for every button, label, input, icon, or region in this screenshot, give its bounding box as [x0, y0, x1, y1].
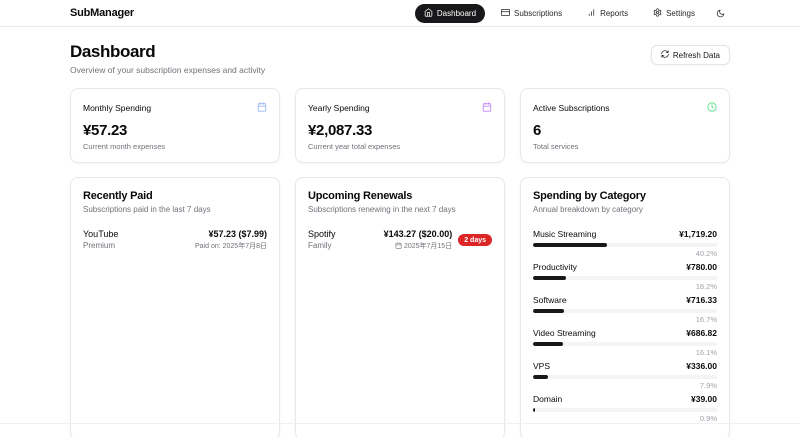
home-icon	[424, 8, 433, 19]
page-title: Dashboard	[70, 42, 265, 62]
category-progress-track	[533, 276, 717, 280]
stat-label: Active Subscriptions	[533, 103, 610, 113]
category-progress-track	[533, 309, 717, 313]
refresh-icon	[661, 50, 669, 60]
subscription-name: Spotify	[308, 229, 336, 239]
nav-item-reports[interactable]: Reports	[578, 4, 637, 23]
calendar-icon	[257, 99, 267, 117]
card-title: Spending by Category	[533, 190, 717, 202]
category-name: Music Streaming	[533, 229, 596, 239]
category-percent: 18.2%	[533, 282, 717, 291]
category-progress-fill	[533, 309, 564, 313]
paid-amount: ¥57.23 ($7.99)	[195, 229, 267, 239]
top-navbar: SubManager Dashboard Subscriptions Repor…	[0, 0, 800, 27]
category-amount: ¥716.33	[686, 295, 717, 305]
category-progress-fill	[533, 375, 548, 379]
category-amount: ¥780.00	[686, 262, 717, 272]
category-item: Domain ¥39.00 0.9%	[533, 394, 717, 423]
nav-item-label: Reports	[600, 9, 628, 18]
category-progress-track	[533, 342, 717, 346]
category-amount: ¥39.00	[691, 394, 717, 404]
category-percent: 16.7%	[533, 315, 717, 324]
stat-description: Current month expenses	[83, 142, 267, 151]
moon-icon	[716, 6, 725, 21]
paid-date: Paid on: 2025年7月8日	[195, 241, 267, 251]
card-subtitle: Subscriptions paid in the last 7 days	[83, 205, 267, 214]
category-progress-track	[533, 375, 717, 379]
calendar-icon	[482, 99, 492, 117]
category-name: Software	[533, 295, 567, 305]
footer-divider	[0, 423, 800, 424]
category-amount: ¥686.82	[686, 328, 717, 338]
stat-label: Yearly Spending	[308, 103, 370, 113]
nav-item-label: Dashboard	[437, 9, 476, 18]
subscription-plan: Premium	[83, 241, 118, 250]
category-progress-fill	[533, 342, 563, 346]
credit-card-icon	[501, 8, 510, 19]
nav-item-label: Subscriptions	[514, 9, 562, 18]
nav-item-settings[interactable]: Settings	[644, 4, 704, 23]
main-nav: Dashboard Subscriptions Reports Settings	[415, 2, 730, 25]
category-name: Domain	[533, 394, 562, 404]
card-title: Recently Paid	[83, 190, 267, 202]
stat-description: Total services	[533, 142, 717, 151]
nav-item-subscriptions[interactable]: Subscriptions	[492, 4, 571, 23]
subscription-plan: Family	[308, 241, 336, 250]
recently-paid-list-item: YouTube Premium ¥57.23 ($7.99) Paid on: …	[83, 229, 267, 251]
category-progress-fill	[533, 408, 535, 412]
spending-by-category-card: Spending by Category Annual breakdown by…	[520, 177, 730, 437]
recently-paid-card: Recently Paid Subscriptions paid in the …	[70, 177, 280, 437]
category-amount: ¥1,719.20	[679, 229, 717, 239]
upcoming-renewals-card: Upcoming Renewals Subscriptions renewing…	[295, 177, 505, 437]
nav-item-label: Settings	[666, 9, 695, 18]
category-item: Software ¥716.33 16.7%	[533, 295, 717, 324]
theme-toggle-button[interactable]	[711, 2, 730, 25]
category-item: VPS ¥336.00 7.9%	[533, 361, 717, 390]
category-amount: ¥336.00	[686, 361, 717, 371]
category-item: Music Streaming ¥1,719.20 40.2%	[533, 229, 717, 258]
stat-value: ¥2,087.33	[308, 122, 492, 139]
stat-card-monthly-spending: Monthly Spending ¥57.23 Current month ex…	[70, 88, 280, 163]
days-remaining-badge: 2 days	[458, 234, 492, 246]
gear-icon	[653, 8, 662, 19]
cards-row: Recently Paid Subscriptions paid in the …	[70, 177, 730, 437]
page-header: Dashboard Overview of your subscription …	[70, 42, 730, 75]
category-progress-track	[533, 408, 717, 412]
stat-card-active-subscriptions: Active Subscriptions 6 Total services	[520, 88, 730, 163]
refresh-button-label: Refresh Data	[673, 51, 720, 60]
bar-chart-icon	[587, 8, 596, 19]
category-item: Productivity ¥780.00 18.2%	[533, 262, 717, 291]
app-logo[interactable]: SubManager	[70, 7, 134, 19]
refresh-data-button[interactable]: Refresh Data	[651, 45, 730, 65]
clock-icon	[707, 99, 717, 117]
renewal-amount: ¥143.27 ($20.00)	[384, 229, 453, 239]
category-progress-track	[533, 243, 717, 247]
category-name: VPS	[533, 361, 550, 371]
nav-item-dashboard[interactable]: Dashboard	[415, 4, 485, 23]
stats-row: Monthly Spending ¥57.23 Current month ex…	[70, 88, 730, 163]
stat-value: ¥57.23	[83, 122, 267, 139]
category-percent: 16.1%	[533, 348, 717, 357]
page-subtitle: Overview of your subscription expenses a…	[70, 65, 265, 75]
category-item: Video Streaming ¥686.82 16.1%	[533, 328, 717, 357]
category-percent: 7.9%	[533, 381, 717, 390]
card-subtitle: Subscriptions renewing in the next 7 day…	[308, 205, 492, 214]
category-progress-fill	[533, 243, 607, 247]
stat-label: Monthly Spending	[83, 103, 151, 113]
card-subtitle: Annual breakdown by category	[533, 205, 717, 214]
category-percent: 0.9%	[533, 414, 717, 423]
calendar-icon	[395, 242, 402, 251]
stat-card-yearly-spending: Yearly Spending ¥2,087.33 Current year t…	[295, 88, 505, 163]
category-progress-fill	[533, 276, 566, 280]
upcoming-renewal-list-item: Spotify Family ¥143.27 ($20.00) 2025年7月1…	[308, 229, 492, 251]
category-name: Productivity	[533, 262, 577, 272]
renewal-date-text: 2025年7月15日	[404, 241, 452, 251]
renewal-date: 2025年7月15日	[384, 241, 453, 251]
category-name: Video Streaming	[533, 328, 596, 338]
card-title: Upcoming Renewals	[308, 190, 492, 202]
stat-value: 6	[533, 122, 717, 139]
category-percent: 40.2%	[533, 249, 717, 258]
stat-description: Current year total expenses	[308, 142, 492, 151]
subscription-name: YouTube	[83, 229, 118, 239]
